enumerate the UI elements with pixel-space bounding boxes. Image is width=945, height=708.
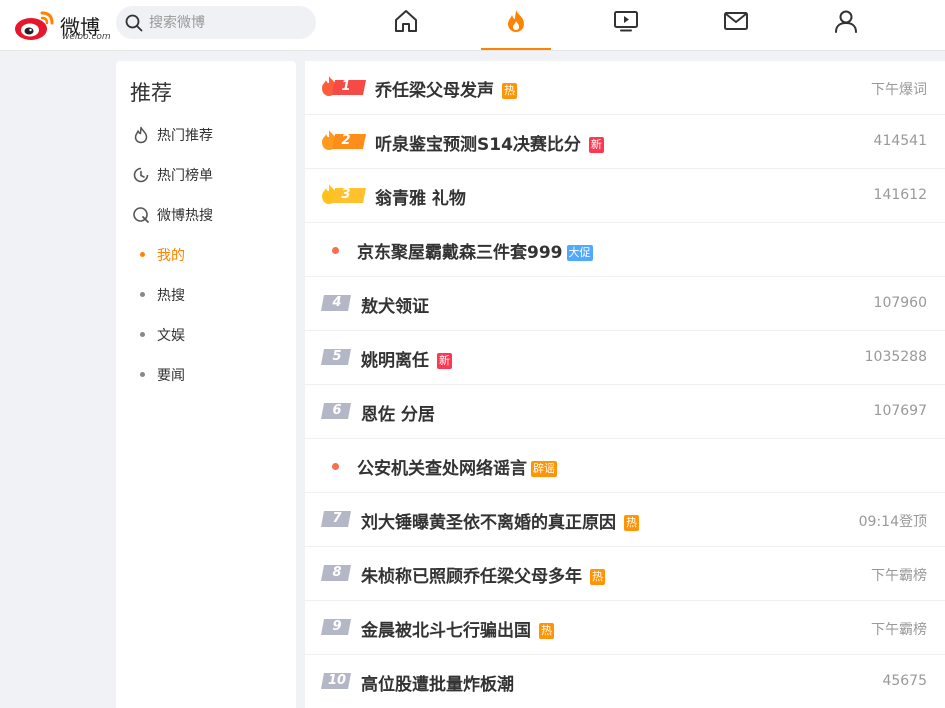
rank-number: 3 bbox=[341, 187, 351, 202]
rank-number: 7 bbox=[332, 511, 342, 526]
hot-badge: 热 bbox=[502, 83, 517, 99]
rumor-refute-badge: 辟谣 bbox=[531, 461, 557, 477]
list-item-promoted[interactable]: 公安机关查处网络谣言 辟谣 bbox=[305, 439, 945, 493]
rank-number: 8 bbox=[332, 565, 342, 580]
list-item[interactable]: 1 乔任梁父母发声热 下午爆词 bbox=[305, 61, 945, 115]
sidebar-item-label: 要闻 bbox=[157, 368, 185, 384]
hot-search-list: 1 乔任梁父母发声热 下午爆词 2 听泉鉴宝预测S14决赛比分新 414541 … bbox=[305, 61, 945, 708]
hot-meta: 1035288 bbox=[864, 349, 927, 365]
sidebar-item-mine[interactable]: 我的 bbox=[130, 243, 290, 267]
hot-topic-title[interactable]: 金晨被北斗七行骗出国热 bbox=[361, 616, 554, 641]
list-item[interactable]: 9 金晨被北斗七行骗出国热 下午霸榜 bbox=[305, 601, 945, 655]
hot-topic-title[interactable]: 听泉鉴宝预测S14决赛比分新 bbox=[375, 130, 604, 155]
sidebar-item-hot-ranking[interactable]: 热门榜单 bbox=[130, 163, 290, 187]
hot-topic-title[interactable]: 朱桢称已照顾乔任梁父母多年热 bbox=[361, 562, 605, 587]
sidebar-item-entertainment[interactable]: 文娱 bbox=[130, 323, 290, 347]
home-icon[interactable] bbox=[393, 8, 419, 34]
search-box[interactable] bbox=[116, 6, 316, 39]
sidebar-item-label: 热门推荐 bbox=[157, 128, 213, 144]
rank-number: 9 bbox=[332, 619, 342, 634]
sidebar-item-label: 热搜 bbox=[157, 288, 185, 304]
hot-topic-title[interactable]: 恩佐 分居 bbox=[361, 400, 435, 425]
bullet-dot bbox=[140, 372, 145, 377]
bullet-dot bbox=[140, 292, 145, 297]
hot-topic-title[interactable]: 姚明离任新 bbox=[361, 346, 452, 371]
hot-meta: 414541 bbox=[873, 133, 927, 149]
list-item[interactable]: 8 朱桢称已照顾乔任梁父母多年热 下午霸榜 bbox=[305, 547, 945, 601]
message-icon[interactable] bbox=[723, 8, 749, 34]
hot-topic-title[interactable]: 高位股遭批量炸板潮 bbox=[361, 670, 514, 695]
hot-meta: 141612 bbox=[873, 187, 927, 203]
list-item[interactable]: 5 姚明离任新 1035288 bbox=[305, 331, 945, 385]
weibo-eye-icon bbox=[15, 11, 54, 40]
rank-number: 4 bbox=[332, 295, 342, 310]
hot-meta: 下午爆词 bbox=[871, 82, 927, 98]
list-item[interactable]: 6 恩佐 分居 107697 bbox=[305, 385, 945, 439]
hot-meta: 45675 bbox=[882, 673, 927, 689]
rank-number: 1 bbox=[341, 79, 351, 94]
list-item[interactable]: 7 刘大锤曝黄圣依不离婚的真正原因热 09:14登顶 bbox=[305, 493, 945, 547]
hot-meta: 09:14登顶 bbox=[858, 514, 927, 530]
hot-topic-title[interactable]: 敖犬领证 bbox=[361, 292, 429, 317]
search-icon bbox=[125, 14, 143, 32]
hot-meta: 107697 bbox=[873, 403, 927, 419]
list-item[interactable]: 4 敖犬领证 107960 bbox=[305, 277, 945, 331]
list-item[interactable]: 2 听泉鉴宝预测S14决赛比分新 414541 bbox=[305, 115, 945, 169]
sidebar-item-hot-recommend[interactable]: 热门推荐 bbox=[130, 123, 290, 147]
hot-topic-title[interactable]: 公安机关查处网络谣言 辟谣 bbox=[357, 454, 557, 479]
rank-number: 6 bbox=[332, 403, 342, 418]
promo-badge: 大促 bbox=[566, 245, 593, 261]
hot-meta: 下午霸榜 bbox=[871, 622, 927, 638]
promoted-dot bbox=[332, 247, 339, 254]
hot-badge: 热 bbox=[539, 623, 554, 639]
hot-badge: 热 bbox=[590, 569, 605, 585]
profile-icon[interactable] bbox=[833, 8, 859, 34]
sidebar-item-hotsearch[interactable]: 热搜 bbox=[130, 283, 290, 307]
list-item[interactable]: 3 翁青雅 礼物 141612 bbox=[305, 169, 945, 223]
rank-number: 10 bbox=[327, 673, 347, 688]
search-input[interactable] bbox=[149, 6, 309, 39]
hot-meta: 下午霸榜 bbox=[871, 568, 927, 584]
video-icon[interactable] bbox=[613, 8, 639, 34]
sidebar-item-label: 微博热搜 bbox=[157, 208, 213, 224]
promoted-dot bbox=[332, 463, 339, 470]
sidebar-item-label: 文娱 bbox=[157, 328, 185, 344]
hot-topic-title[interactable]: 京东聚屋霸戴森三件套999 大促 bbox=[357, 238, 593, 263]
search-circle-icon bbox=[133, 207, 149, 223]
sidebar: 推荐 热门推荐 热门榜单 微博热搜 我的 热搜 文娱 要闻 bbox=[116, 61, 296, 708]
rank-number: 2 bbox=[341, 133, 351, 148]
sidebar-item-label: 热门榜单 bbox=[157, 168, 213, 184]
bullet-dot bbox=[140, 252, 145, 257]
flame-outline-icon bbox=[134, 126, 148, 144]
rank-number: 5 bbox=[332, 349, 342, 364]
sidebar-item-label: 我的 bbox=[157, 248, 185, 264]
logo-domain: weibo.com bbox=[62, 32, 111, 42]
clock-chart-icon bbox=[133, 167, 149, 183]
hot-meta: 107960 bbox=[873, 295, 927, 311]
hot-flame-icon[interactable] bbox=[503, 8, 529, 34]
top-navigation-bar: 微博 weibo.com bbox=[0, 0, 945, 51]
weibo-logo[interactable]: 微博 weibo.com bbox=[14, 5, 111, 45]
sidebar-title: 推荐 bbox=[130, 81, 172, 105]
list-item[interactable]: 10 高位股遭批量炸板潮 45675 bbox=[305, 655, 945, 708]
hot-topic-title[interactable]: 乔任梁父母发声热 bbox=[375, 76, 517, 101]
hot-badge: 热 bbox=[624, 515, 639, 531]
sidebar-item-news[interactable]: 要闻 bbox=[130, 363, 290, 387]
bullet-dot bbox=[140, 332, 145, 337]
new-badge: 新 bbox=[437, 353, 452, 369]
hot-topic-title[interactable]: 翁青雅 礼物 bbox=[375, 184, 466, 209]
hot-topic-title[interactable]: 刘大锤曝黄圣依不离婚的真正原因热 bbox=[361, 508, 639, 533]
sidebar-item-weibo-hotsearch[interactable]: 微博热搜 bbox=[130, 203, 290, 227]
list-item-promoted[interactable]: 京东聚屋霸戴森三件套999 大促 bbox=[305, 223, 945, 277]
new-badge: 新 bbox=[588, 137, 604, 153]
active-tab-indicator bbox=[481, 48, 551, 50]
